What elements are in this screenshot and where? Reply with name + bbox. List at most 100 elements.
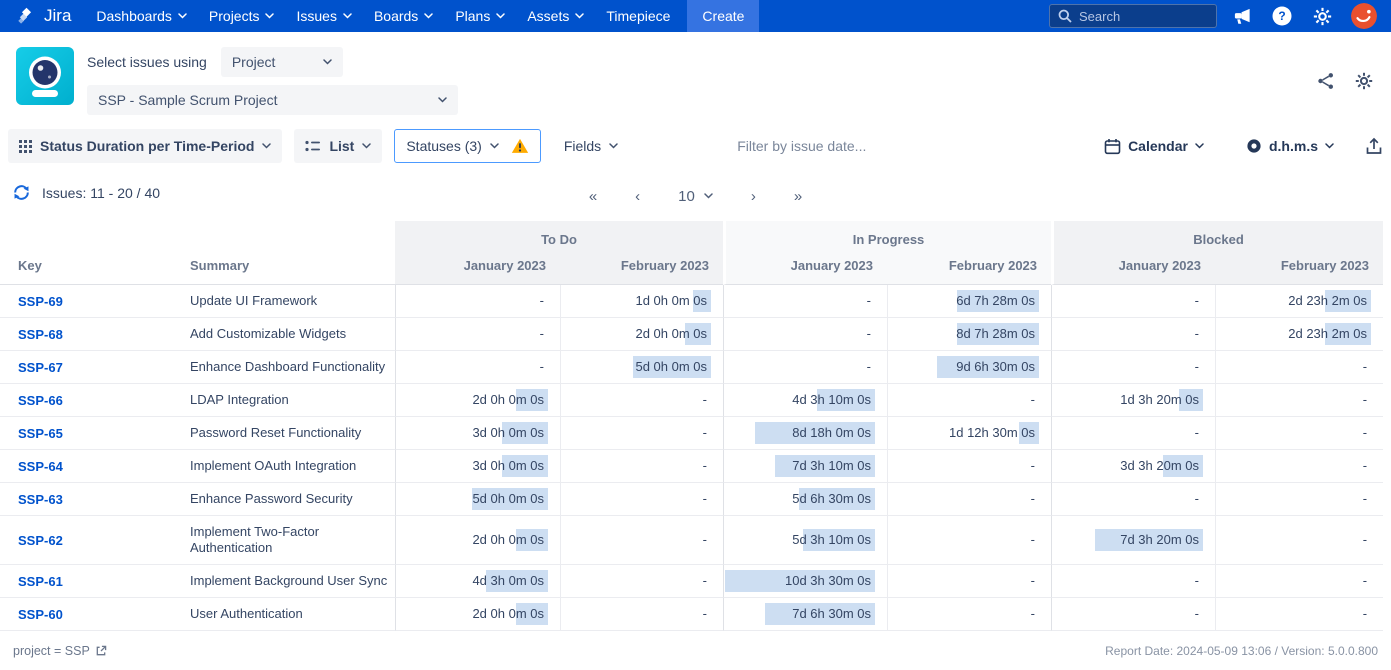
- duration-value: -: [1363, 532, 1367, 547]
- search-input[interactable]: [1079, 9, 1199, 24]
- duration-cell: -: [1051, 565, 1215, 598]
- issue-key-link[interactable]: SSP-69: [18, 294, 63, 309]
- duration-cell: 1d 12h 30m 0s: [887, 417, 1051, 450]
- nav-item-assets[interactable]: Assets: [516, 0, 595, 32]
- first-page-button[interactable]: «: [585, 186, 601, 207]
- duration-cell: 3d 3h 20m 0s: [1051, 450, 1215, 483]
- issue-key-link[interactable]: SSP-64: [18, 459, 63, 474]
- chevron-down-icon: [704, 193, 713, 199]
- search-box[interactable]: [1049, 4, 1217, 28]
- statuses-filter-select[interactable]: Statuses (3): [394, 129, 540, 163]
- report-settings-button[interactable]: [1355, 72, 1373, 90]
- refresh-button[interactable]: [12, 183, 31, 202]
- search-icon: [1058, 9, 1072, 23]
- issue-key-link[interactable]: SSP-60: [18, 607, 63, 622]
- chevron-down-icon: [424, 13, 433, 19]
- external-link-icon: [95, 645, 107, 657]
- issue-summary: Implement Background User Sync: [185, 565, 395, 598]
- issue-key-link[interactable]: SSP-63: [18, 492, 63, 507]
- duration-value: 2d 0h 0m 0s: [635, 326, 707, 341]
- duration-value: 1d 12h 30m 0s: [949, 425, 1035, 440]
- issue-key-cell: SSP-66: [0, 384, 185, 417]
- nav-item-issues[interactable]: Issues: [285, 0, 362, 32]
- duration-cell: -: [887, 483, 1051, 516]
- report-type-select[interactable]: Status Duration per Time-Period: [8, 129, 282, 163]
- duration-cell: -: [723, 351, 887, 384]
- prev-page-button[interactable]: ‹: [631, 186, 644, 207]
- duration-cell: -: [1051, 598, 1215, 631]
- view-select[interactable]: List: [294, 129, 382, 163]
- calendar-icon: [1104, 138, 1121, 155]
- top-navigation-bar: Jira DashboardsProjectsIssuesBoards Plans…: [0, 0, 1391, 32]
- issue-key-cell: SSP-61: [0, 565, 185, 598]
- column-header-row: Key Summary January 2023February 2023Jan…: [0, 256, 1383, 285]
- summary-column-header: Summary: [185, 256, 395, 285]
- announcements-button[interactable]: [1227, 0, 1257, 32]
- duration-value: 2d 0h 0m 0s: [472, 532, 544, 547]
- calendar-select[interactable]: Calendar: [1093, 129, 1215, 163]
- issue-source-select[interactable]: Project: [221, 47, 343, 77]
- duration-value: 2d 23h 2m 0s: [1288, 293, 1367, 308]
- export-button[interactable]: [1365, 137, 1383, 156]
- duration-cell: 2d 23h 2m 0s: [1215, 285, 1383, 318]
- open-query-link[interactable]: [95, 645, 107, 657]
- duration-value: 5d 6h 30m 0s: [792, 491, 871, 506]
- nav-item-projects[interactable]: Projects: [198, 0, 286, 32]
- duration-value: -: [703, 606, 707, 621]
- create-button[interactable]: Create: [687, 0, 759, 32]
- chevron-down-icon: [438, 97, 447, 103]
- chevron-down-icon: [178, 13, 187, 19]
- duration-cell: -: [560, 417, 723, 450]
- admin-settings-button[interactable]: [1307, 0, 1337, 32]
- duration-cell: 8d 18h 0m 0s: [723, 417, 887, 450]
- duration-value: -: [1363, 425, 1367, 440]
- duration-value: 6d 7h 28m 0s: [956, 293, 1035, 308]
- duration-value: 7d 3h 10m 0s: [792, 458, 871, 473]
- fields-select[interactable]: Fields: [553, 129, 629, 163]
- time-format-select[interactable]: d.h.m.s: [1235, 129, 1345, 163]
- key-column-header: Key: [0, 256, 185, 285]
- issues-count-label: Issues: 11 - 20 / 40: [42, 185, 160, 201]
- nav-item-label: Plans: [455, 8, 490, 24]
- jira-home-link[interactable]: Jira: [16, 6, 71, 27]
- issue-row: SSP-62Implement Two-Factor Authenticatio…: [0, 516, 1383, 565]
- nav-item-timepiece[interactable]: Timepiece: [595, 0, 681, 32]
- duration-cell: 2d 0h 0m 0s: [395, 516, 560, 565]
- next-page-button[interactable]: ›: [747, 186, 760, 207]
- duration-cell: -: [887, 384, 1051, 417]
- issue-key-link[interactable]: SSP-67: [18, 360, 63, 375]
- issue-row: SSP-68Add Customizable Widgets-2d 0h 0m …: [0, 318, 1383, 351]
- report-header: Select issues using Project SSP - Sample…: [0, 32, 1391, 125]
- pager: « ‹ 10 › »: [0, 179, 1391, 213]
- user-avatar[interactable]: [1351, 3, 1377, 29]
- share-button[interactable]: [1317, 72, 1335, 90]
- duration-value: 4d 3h 10m 0s: [792, 392, 871, 407]
- issue-date-filter-input[interactable]: [737, 138, 937, 154]
- issue-key-link[interactable]: SSP-62: [18, 533, 63, 548]
- nav-item-dashboards[interactable]: Dashboards: [85, 0, 198, 32]
- time-format-value: d.h.m.s: [1269, 138, 1318, 154]
- refresh-icon: [12, 183, 31, 202]
- issue-key-cell: SSP-65: [0, 417, 185, 450]
- project-select-value: SSP - Sample Scrum Project: [98, 92, 277, 108]
- duration-cell: -: [1215, 516, 1383, 565]
- help-button[interactable]: ?: [1267, 0, 1297, 32]
- issue-key-link[interactable]: SSP-65: [18, 426, 63, 441]
- project-select[interactable]: SSP - Sample Scrum Project: [87, 85, 458, 115]
- last-page-button[interactable]: »: [790, 186, 806, 207]
- issue-key-link[interactable]: SSP-68: [18, 327, 63, 342]
- nav-item-plans[interactable]: Plans: [444, 0, 516, 32]
- duration-value: 10d 3h 30m 0s: [785, 573, 871, 588]
- report-table: To DoIn ProgressBlocked Key Summary Janu…: [0, 221, 1383, 631]
- duration-cell: 4d 3h 10m 0s: [723, 384, 887, 417]
- issue-key-link[interactable]: SSP-66: [18, 393, 63, 408]
- duration-cell: -: [1215, 598, 1383, 631]
- nav-item-boards[interactable]: Boards: [363, 0, 444, 32]
- duration-cell: 2d 23h 2m 0s: [1215, 318, 1383, 351]
- duration-cell: -: [1215, 565, 1383, 598]
- page-size-select[interactable]: 10: [674, 186, 717, 207]
- duration-cell: 6d 7h 28m 0s: [887, 285, 1051, 318]
- duration-cell: 7d 3h 20m 0s: [1051, 516, 1215, 565]
- issue-key-cell: SSP-60: [0, 598, 185, 631]
- issue-key-link[interactable]: SSP-61: [18, 574, 63, 589]
